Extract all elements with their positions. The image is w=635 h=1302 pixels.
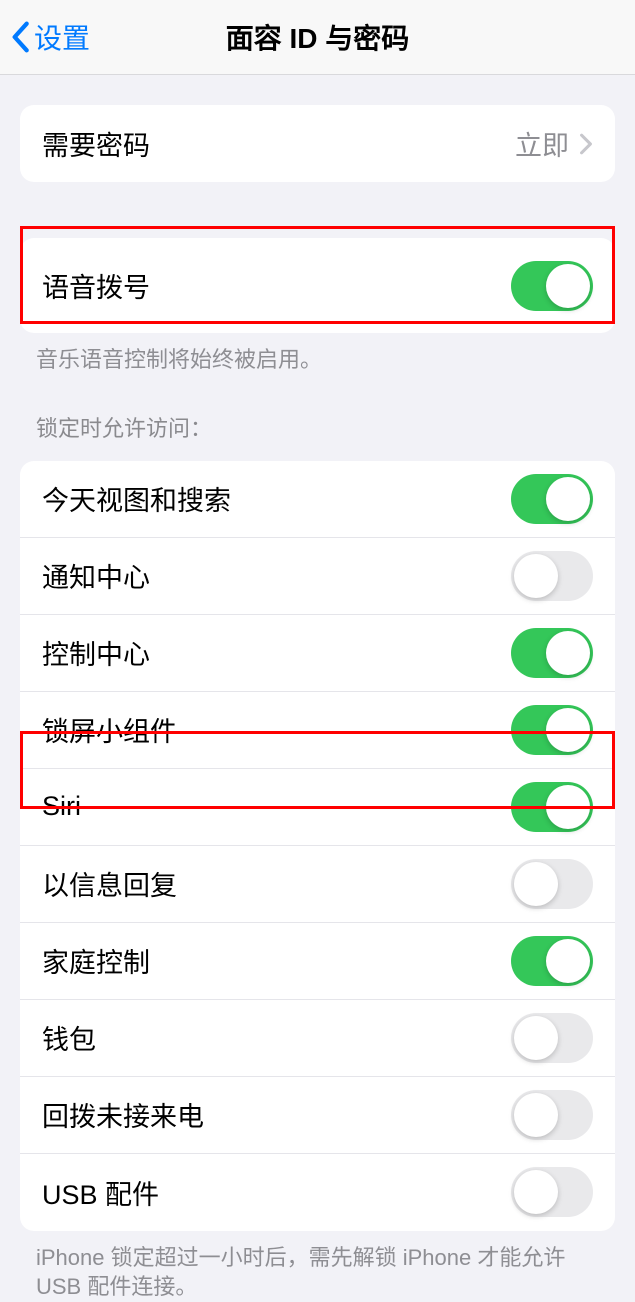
today-view-toggle[interactable] [511, 474, 593, 524]
control-center-row: 控制中心 [20, 615, 615, 692]
usb-accessories-label: USB 配件 [42, 1173, 159, 1212]
voice-dial-row: 语音拨号 [20, 238, 615, 333]
lock-access-header: 锁定时允许访问： [0, 375, 635, 447]
chevron-left-icon [10, 21, 30, 53]
today-view-row: 今天视图和搜索 [20, 461, 615, 538]
lock-widgets-row: 锁屏小组件 [20, 692, 615, 769]
require-passcode-value-wrap: 立即 [515, 124, 593, 163]
home-control-row: 家庭控制 [20, 923, 615, 1000]
lock-access-footer: iPhone 锁定超过一小时后，需先解锁 iPhone 才能允许 USB 配件连… [0, 1231, 635, 1302]
navigation-header: 设置 面容 ID 与密码 [0, 0, 635, 75]
siri-toggle[interactable] [511, 782, 593, 832]
back-button[interactable]: 设置 [0, 17, 90, 57]
toggle-knob [546, 264, 590, 308]
require-passcode-row[interactable]: 需要密码 立即 [20, 105, 615, 182]
lock-access-group: 今天视图和搜索 通知中心 控制中心 锁屏小组件 Siri 以信息回复 家庭控制 [20, 461, 615, 1231]
notification-center-label: 通知中心 [42, 556, 150, 595]
return-calls-label: 回拨未接来电 [42, 1095, 204, 1134]
wallet-label: 钱包 [42, 1018, 96, 1057]
control-center-toggle[interactable] [511, 628, 593, 678]
siri-label: Siri [42, 791, 81, 822]
chevron-right-icon [579, 133, 593, 155]
notification-center-toggle[interactable] [511, 551, 593, 601]
lock-widgets-label: 锁屏小组件 [42, 710, 177, 749]
reply-message-label: 以信息回复 [42, 864, 177, 903]
voice-dial-label: 语音拨号 [42, 266, 150, 305]
reply-message-row: 以信息回复 [20, 846, 615, 923]
require-passcode-value: 立即 [515, 124, 569, 163]
voice-dial-footer: 音乐语音控制将始终被启用。 [0, 333, 635, 375]
back-label: 设置 [34, 17, 90, 57]
require-passcode-group: 需要密码 立即 [20, 105, 615, 182]
lock-widgets-toggle[interactable] [511, 705, 593, 755]
return-calls-row: 回拨未接来电 [20, 1077, 615, 1154]
page-title: 面容 ID 与密码 [0, 17, 635, 57]
usb-accessories-toggle[interactable] [511, 1167, 593, 1217]
reply-message-toggle[interactable] [511, 859, 593, 909]
require-passcode-label: 需要密码 [42, 124, 150, 163]
today-view-label: 今天视图和搜索 [42, 479, 231, 518]
home-control-label: 家庭控制 [42, 941, 150, 980]
wallet-row: 钱包 [20, 1000, 615, 1077]
voice-dial-group: 语音拨号 [20, 238, 615, 333]
siri-row: Siri [20, 769, 615, 846]
usb-accessories-row: USB 配件 [20, 1154, 615, 1231]
wallet-toggle[interactable] [511, 1013, 593, 1063]
voice-dial-toggle[interactable] [511, 261, 593, 311]
notification-center-row: 通知中心 [20, 538, 615, 615]
home-control-toggle[interactable] [511, 936, 593, 986]
control-center-label: 控制中心 [42, 633, 150, 672]
return-calls-toggle[interactable] [511, 1090, 593, 1140]
